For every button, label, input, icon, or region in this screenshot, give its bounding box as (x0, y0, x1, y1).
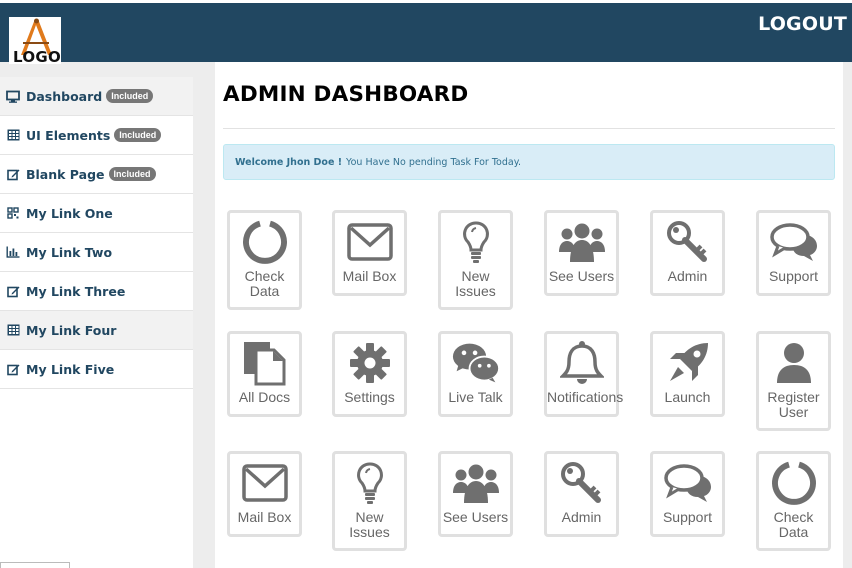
sidebar-item-my-link-three[interactable]: My Link Three (0, 272, 193, 311)
tile-support[interactable]: Support (756, 210, 831, 296)
tile-register-user[interactable]: Register User (756, 331, 831, 431)
tile-label: Register User (767, 389, 820, 420)
tile-label: Settings (344, 389, 395, 405)
tile-label: All Docs (238, 389, 291, 405)
desktop-icon (6, 89, 20, 103)
sidebar-item-label: My Link Five (26, 361, 115, 377)
lightbulb-icon (452, 218, 500, 266)
circle-notch-icon (770, 459, 818, 507)
bar-chart-icon (6, 245, 20, 259)
bell-icon (558, 339, 606, 387)
table-icon (6, 128, 20, 142)
tile-settings[interactable]: Settings (332, 331, 407, 417)
sidebar-item-label: My Link Four (26, 322, 117, 338)
envelope-icon (241, 459, 289, 507)
alert-strong-text: Welcome Jhon Doe ! (235, 156, 343, 168)
edit-icon (6, 362, 20, 376)
tile-label: Notifications (547, 389, 624, 405)
included-badge: Included (108, 167, 156, 181)
users-icon (558, 218, 606, 266)
comments-icon (769, 218, 818, 266)
tile-live-talk[interactable]: Live Talk (438, 331, 513, 417)
tile-admin[interactable]: Admin (650, 210, 725, 296)
alert-text: You Have No pending Task For Today. (346, 156, 521, 168)
tile-launch[interactable]: Launch (650, 331, 725, 417)
included-badge: Included (106, 89, 154, 103)
tile-label: Support (768, 268, 819, 284)
tile-label: New Issues (349, 509, 390, 540)
sidebar-item-label: UI Elements (26, 127, 111, 143)
tile-label: Live Talk (448, 389, 503, 405)
tile-label: See Users (442, 509, 509, 525)
lightbulb-icon (346, 459, 394, 507)
key-icon (664, 218, 712, 266)
tile-see-users[interactable]: See Users (544, 210, 619, 296)
tile-label: See Users (548, 268, 615, 284)
table-icon (6, 323, 20, 337)
sidebar-item-my-link-two[interactable]: My Link Two (0, 233, 193, 272)
sidebar-item-label: My Link Two (26, 244, 113, 260)
edit-icon (6, 167, 20, 181)
circle-notch-icon (241, 218, 289, 266)
tile-label: Check Data (773, 509, 814, 540)
logout-button[interactable]: LOGOUT (758, 13, 847, 35)
tile-label: Support (662, 509, 713, 525)
tile-mail-box[interactable]: Mail Box (332, 210, 407, 296)
page-title: ADMIN DASHBOARD (223, 82, 469, 107)
tile-label: Admin (667, 268, 708, 284)
tile-label: Mail Box (237, 509, 292, 525)
welcome-alert: Welcome Jhon Doe ! You Have No pending T… (223, 144, 835, 180)
sidebar: Dashboard Included UI Elements Included … (0, 77, 193, 568)
edit-icon (6, 284, 20, 298)
envelope-icon (346, 218, 394, 266)
tile-check-data[interactable]: Check Data (227, 210, 302, 310)
key-icon (558, 459, 606, 507)
main-content: ADMIN DASHBOARD Welcome Jhon Doe ! You H… (215, 62, 843, 568)
tile-new-issues[interactable]: New Issues (332, 451, 407, 551)
top-header: LOGO LOGOUT (0, 0, 852, 64)
tile-label: Admin (561, 509, 602, 525)
tile-new-issues[interactable]: New Issues (438, 210, 513, 310)
sidebar-item-blank-page[interactable]: Blank Page Included (0, 155, 193, 194)
tile-label: Launch (664, 389, 711, 405)
included-badge: Included (114, 128, 162, 142)
tile-notifications[interactable]: Notifications (544, 331, 624, 417)
sidebar-item-ui-elements[interactable]: UI Elements Included (0, 116, 193, 155)
logo-text: LOGO (13, 48, 61, 64)
sidebar-item-label: Blank Page (26, 166, 105, 182)
gear-icon (346, 339, 394, 387)
sidebar-item-my-link-one[interactable]: My Link One (0, 194, 193, 233)
sidebar-item-label: My Link One (26, 205, 113, 221)
status-stub (0, 562, 70, 568)
tile-label: New Issues (455, 268, 496, 299)
user-icon (770, 339, 818, 387)
sidebar-item-label: Dashboard (26, 88, 103, 104)
tile-label: Mail Box (342, 268, 397, 284)
rocket-icon (664, 339, 712, 387)
wechat-icon (452, 339, 500, 387)
tile-see-users[interactable]: See Users (438, 451, 513, 537)
divider (223, 128, 835, 129)
comments-icon (663, 459, 712, 507)
copy-icon (241, 339, 289, 387)
tile-admin[interactable]: Admin (544, 451, 619, 537)
sidebar-item-my-link-five[interactable]: My Link Five (0, 350, 193, 389)
tile-check-data[interactable]: Check Data (756, 451, 831, 551)
sidebar-item-my-link-four[interactable]: My Link Four (0, 311, 193, 350)
sidebar-item-label: My Link Three (26, 283, 126, 299)
logo[interactable]: LOGO (9, 17, 61, 64)
tile-support[interactable]: Support (650, 451, 725, 537)
users-icon (452, 459, 500, 507)
tile-all-docs[interactable]: All Docs (227, 331, 302, 417)
tile-label: Check Data (244, 268, 285, 299)
sidebar-item-dashboard[interactable]: Dashboard Included (0, 77, 193, 116)
qrcode-icon (6, 206, 20, 220)
tile-mail-box[interactable]: Mail Box (227, 451, 302, 537)
